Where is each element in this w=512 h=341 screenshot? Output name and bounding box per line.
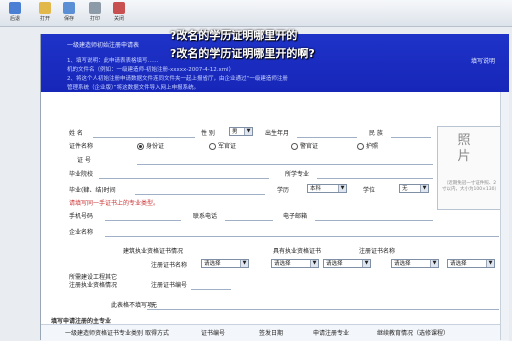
- folder-icon: [39, 2, 51, 14]
- cert-select-3[interactable]: 请选择 ▼: [323, 259, 371, 268]
- col-header-cert-no: 证书编号: [201, 330, 226, 337]
- vertical-scrollbar[interactable]: [500, 92, 509, 340]
- grad-time-field[interactable]: [135, 194, 265, 195]
- major-table-header: 一级建造师资格证书专业类别 取得方式 证书编号 签发日期 申请注册专业 继续教育…: [41, 324, 509, 341]
- overlay-title-2: ?改名的学历证明哪里开的啊?: [170, 47, 315, 60]
- company-label: 企业名称: [69, 229, 94, 236]
- contact-field[interactable]: [225, 220, 273, 221]
- id-radio-police[interactable]: 警官证: [291, 141, 318, 150]
- cert-no-field[interactable]: [191, 289, 231, 290]
- col-header-reg-major: 申请注册专业: [313, 330, 350, 337]
- print-icon: [89, 2, 101, 14]
- major-note: 请填写同一手证书上的专业类型。: [69, 200, 160, 207]
- col-header-issue-date: 签发日期: [259, 330, 284, 337]
- col-header-cert-type: 一级建造师资格证书专业类别: [65, 330, 144, 337]
- ethnic-label: 民 族: [369, 130, 383, 137]
- chevron-down-icon: ▼: [430, 260, 438, 267]
- other-cert-label: 所需建设工程其它注册执业资格情况: [69, 274, 118, 289]
- qualified-col-header: 具有执业资格证书: [273, 248, 322, 255]
- banner-line-3: 2、将这个人初始注册申请数据文件连同文件夹一起上报省厅，由企业通过“一级建造师注…: [67, 76, 288, 82]
- degree-select[interactable]: 无 ▼: [399, 184, 429, 193]
- photo-label: 照片: [457, 133, 471, 164]
- other-note-label: 此表格不填写项: [111, 302, 154, 309]
- close-button[interactable]: 关闭: [108, 2, 130, 24]
- chevron-down-icon: ▼: [362, 260, 370, 267]
- name-field[interactable]: [93, 137, 195, 138]
- col-header-method: 取得方式: [145, 330, 170, 337]
- other-note-field[interactable]: [147, 309, 499, 310]
- id-number-label: 证 号: [77, 157, 91, 164]
- chevron-down-icon: ▼: [240, 260, 248, 267]
- cert-select-1[interactable]: 请选择 ▼: [201, 259, 249, 268]
- chevron-down-icon: ▼: [486, 260, 494, 267]
- contact-label: 联系电话: [193, 213, 218, 220]
- back-icon: [9, 2, 21, 14]
- cert-no-label: 注册证书编号: [151, 282, 188, 289]
- id-type-label: 证件名称: [69, 143, 94, 150]
- col-header-education: 继续教育情况（选修课程）: [377, 330, 450, 337]
- chevron-down-icon: ▼: [338, 185, 346, 192]
- chevron-down-icon: ▼: [244, 128, 252, 135]
- edu-label: 学历: [277, 187, 290, 194]
- major-field[interactable]: [317, 178, 433, 179]
- open-button[interactable]: 打开: [34, 2, 56, 24]
- save-icon: [63, 2, 75, 14]
- chevron-down-icon: ▼: [420, 185, 428, 192]
- none-value: 无: [151, 302, 158, 309]
- id-radio-idcard[interactable]: 身份证: [137, 141, 164, 150]
- birth-label: 出生年月: [265, 130, 290, 137]
- phone-label: 手机号码: [69, 213, 94, 220]
- id-radio-passport[interactable]: 护照: [357, 141, 378, 150]
- banner-line-1: 1、填写说明：此申请表表格填写……: [67, 58, 159, 64]
- phone-field[interactable]: [105, 220, 181, 221]
- edu-select[interactable]: 本科 ▼: [307, 184, 347, 193]
- email-field[interactable]: [315, 220, 433, 221]
- print-button[interactable]: 打印: [84, 2, 106, 24]
- name-label: 姓 名: [69, 130, 83, 137]
- ethnic-field[interactable]: [391, 137, 431, 138]
- form-frame: 一级建造师初始注册申请表 1、填写说明：此申请表表格填写…… 机的文件名（例如：…: [40, 34, 509, 341]
- banner-title: 一级建造师初始注册申请表: [67, 42, 140, 49]
- gender-label: 性 别: [201, 130, 215, 137]
- school-field[interactable]: [99, 178, 269, 179]
- back-button[interactable]: 后退: [4, 2, 26, 24]
- id-radio-military[interactable]: 军官证: [209, 141, 236, 150]
- radio-icon: [209, 143, 216, 150]
- grad-time-label: 毕业(肄、结)时间: [69, 187, 116, 194]
- close-icon: [113, 2, 125, 14]
- degree-label: 学位: [363, 187, 376, 194]
- company-field[interactable]: [105, 236, 499, 237]
- school-label: 毕业院校: [69, 171, 94, 178]
- overlay-title-1: ?改名的学历证明哪里开的: [170, 29, 298, 42]
- birth-field[interactable]: [297, 137, 357, 138]
- toolbar: 后退 打开 保存 打印 关闭: [0, 0, 512, 27]
- cert-select-5[interactable]: 请选择 ▼: [447, 259, 495, 268]
- chevron-down-icon: ▼: [310, 260, 318, 267]
- cert-header: 建筑执业资格证书情况: [123, 248, 184, 255]
- gender-select[interactable]: 男 ▼: [229, 127, 253, 136]
- save-button[interactable]: 保存: [58, 2, 80, 24]
- cert-select-4[interactable]: 请选择 ▼: [391, 259, 439, 268]
- cert-name-col-header: 注册证书名称: [359, 248, 396, 255]
- radio-icon: [291, 143, 298, 150]
- photo-note: （近期免冠一寸证件照、2寸以内，大小为100×130）: [442, 181, 499, 192]
- banner-line-4: 管理系统（企业版）”将这数据文件导入网上申报系统。: [67, 85, 200, 91]
- email-label: 电子邮箱: [283, 213, 308, 220]
- banner-line-2: 机的文件名（例如：一级建造师-初始注册-xxxxx-2007-4-12.xml）: [67, 67, 235, 73]
- radio-icon: [137, 143, 144, 150]
- cert-name-label-1: 注册证书名称: [151, 262, 188, 269]
- photo-box[interactable]: 照片 （近期免冠一寸证件照、2寸以内，大小为100×130）: [437, 126, 503, 210]
- radio-icon: [357, 143, 364, 150]
- major-label: 所学专业: [285, 171, 310, 178]
- banner-help-link[interactable]: 填写说明: [471, 56, 495, 65]
- id-number-field[interactable]: [137, 164, 433, 165]
- cert-select-2[interactable]: 请选择 ▼: [271, 259, 319, 268]
